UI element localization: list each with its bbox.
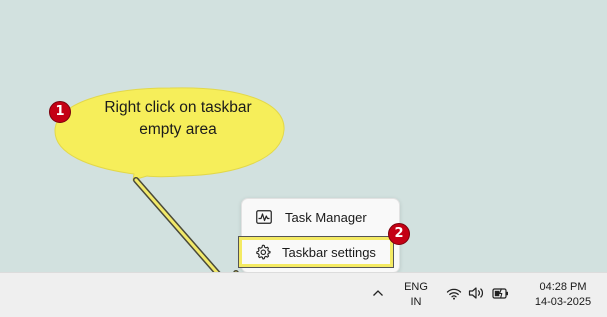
gear-icon	[255, 244, 271, 260]
callout-text: Right click on taskbar empty area	[78, 97, 278, 141]
language-code: ENG	[404, 281, 428, 293]
menu-item-task-manager[interactable]: Task Manager	[242, 202, 399, 232]
language-region: IN	[410, 296, 422, 308]
callout-text-line1: Right click on taskbar	[104, 99, 252, 116]
taskbar-context-menu: Task Manager Taskbar settings	[238, 198, 400, 273]
menu-item-taskbar-settings[interactable]: Taskbar settings	[238, 236, 394, 268]
language-indicator[interactable]: ENG IN	[398, 280, 434, 310]
step-1-badge: 1	[49, 101, 71, 123]
task-manager-icon	[256, 209, 272, 225]
speaker-icon[interactable]	[468, 285, 486, 301]
clock-date: 14-03-2025	[534, 296, 592, 308]
taskbar[interactable]	[0, 272, 607, 317]
battery-charging-icon[interactable]	[492, 285, 510, 301]
callout-text-line2: empty area	[139, 121, 217, 138]
wifi-icon[interactable]	[445, 285, 463, 301]
clock-time: 04:28 PM	[539, 281, 587, 293]
chevron-up-icon[interactable]	[369, 283, 387, 303]
menu-item-label: Taskbar settings	[282, 244, 376, 260]
menu-item-label: Task Manager	[285, 209, 367, 225]
system-clock[interactable]: 04:28 PM 14-03-2025	[523, 280, 603, 310]
step-2-badge: 2	[388, 223, 410, 245]
